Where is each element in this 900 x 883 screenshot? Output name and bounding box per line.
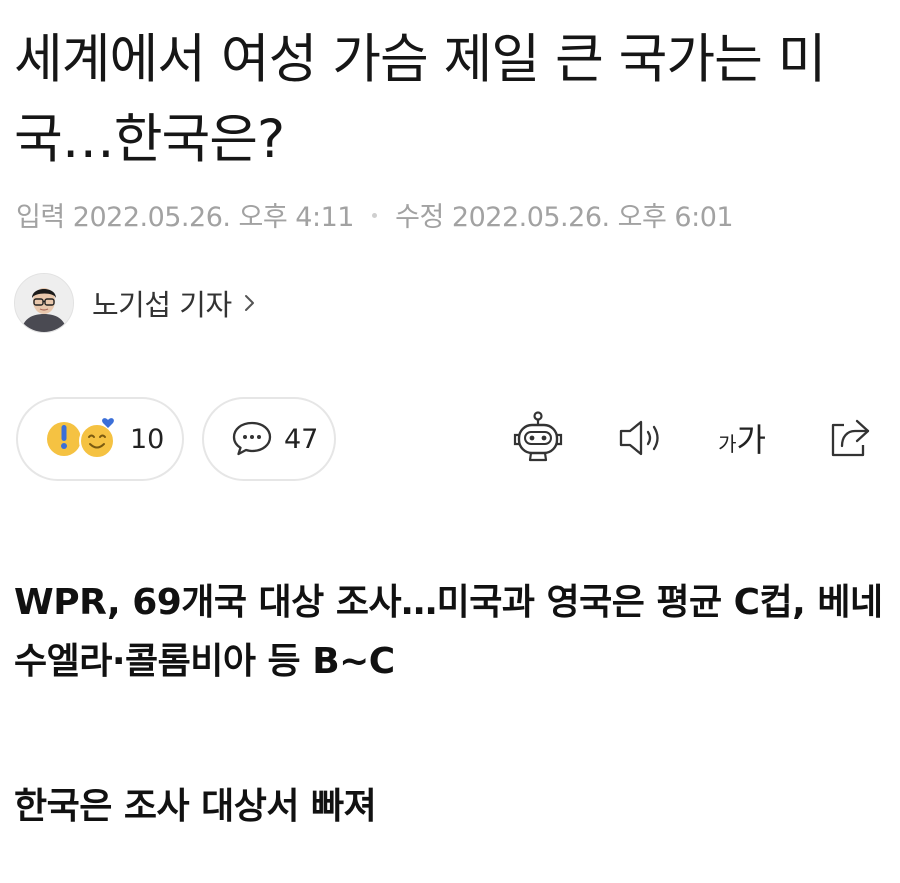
share-icon (831, 419, 870, 457)
edit-date-value: 2022.05.26. 오후 6:01 (451, 202, 734, 233)
date-separator (372, 213, 378, 218)
input-date-value: 2022.05.26. 오후 4:11 (72, 202, 355, 233)
reaction-emoji-icon (47, 418, 115, 459)
speech-bubble-icon (232, 421, 272, 456)
article-dates: 입력 2022.05.26. 오후 4:11 수정 2022.05.26. 오후… (16, 198, 734, 238)
speaker-icon (619, 420, 659, 456)
font-size-icon: 가가 (718, 421, 766, 459)
author-avatar (14, 273, 74, 333)
comment-button[interactable]: 47 (202, 397, 336, 481)
article-headline: 세계에서 여성 가슴 제일 큰 국가는 미국…한국은? (14, 29, 826, 170)
reaction-button[interactable]: 10 (16, 397, 184, 481)
reaction-count: 10 (130, 423, 165, 455)
font-size-button[interactable]: 가가 (710, 406, 774, 470)
robot-icon (513, 411, 563, 462)
edit-date-label: 수정 (395, 202, 444, 233)
chevron-right-icon (244, 295, 254, 311)
subheading-2: 한국은 조사 대상서 빠져 (14, 786, 377, 827)
author-name: 노기섭 기자 (92, 288, 232, 322)
share-button[interactable] (818, 406, 882, 470)
author-link[interactable]: 노기섭 기자 (14, 270, 258, 336)
audio-read-button[interactable] (609, 406, 673, 470)
input-date-label: 입력 (16, 202, 65, 233)
comment-count: 47 (284, 423, 319, 455)
summary-bot-button[interactable] (506, 406, 570, 470)
subheading-1: WPR, 69개국 대상 조사…미국과 영국은 평균 C컵, 베네수엘라·콜롬비… (14, 582, 883, 682)
